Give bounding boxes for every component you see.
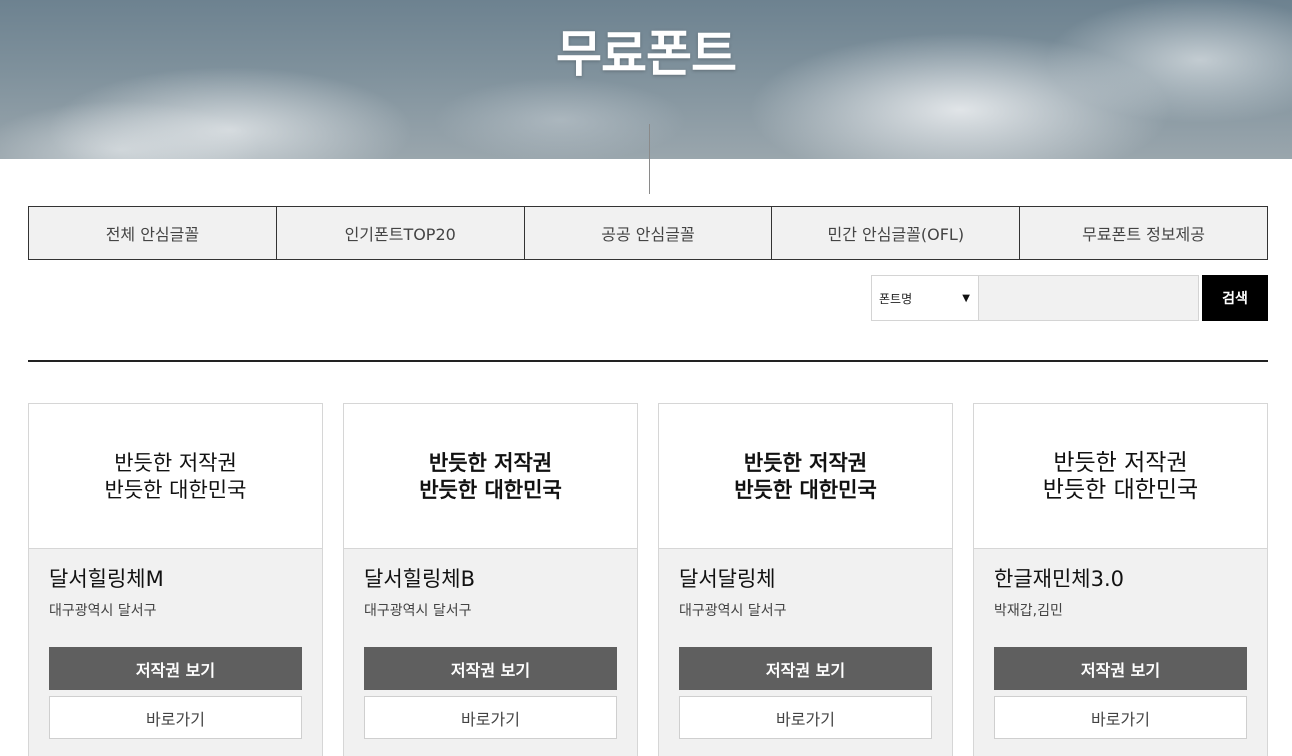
font-name: 한글재민체3.0 [994,567,1124,591]
font-info: 달서힐링체B 대구광역시 달서구 저작권 보기 바로가기 [344,549,637,739]
tab-free-font-info[interactable]: 무료폰트 정보제공 [1020,207,1267,259]
preview-line: 반듯한 대한민국 [104,478,247,502]
tab-public-safe-fonts[interactable]: 공공 안심글꼴 [525,207,773,259]
preview-line: 반듯한 저작권 [1053,450,1188,476]
font-maker: 박재갑,김민 [994,603,1063,619]
font-card: 반듯한 저작권 반듯한 대한민국 달서달링체 대구광역시 달서구 저작권 보기 … [658,403,953,756]
font-preview: 반듯한 저작권 반듯한 대한민국 [659,404,952,549]
view-license-button[interactable]: 저작권 보기 [364,647,617,690]
font-maker: 대구광역시 달서구 [364,603,472,619]
go-to-button[interactable]: 바로가기 [49,696,302,739]
search-field-select[interactable]: 폰트명 ▼ [871,275,979,321]
font-preview: 반듯한 저작권 반듯한 대한민국 [344,404,637,549]
preview-line: 반듯한 대한민국 [734,478,877,502]
search-field-select-value: 폰트명 [879,291,913,306]
preview-line: 반듯한 저작권 [114,451,237,475]
dropdown-arrow-icon: ▼ [962,292,970,304]
preview-line: 반듯한 대한민국 [419,478,562,502]
search-button[interactable]: 검색 [1202,275,1268,321]
section-divider [28,360,1268,362]
font-card: 반듯한 저작권 반듯한 대한민국 한글재민체3.0 박재갑,김민 저작권 보기 … [973,403,1268,756]
font-name: 달서달링체 [679,567,776,591]
hero-divider-line [649,124,650,194]
go-to-button[interactable]: 바로가기 [679,696,932,739]
view-license-button[interactable]: 저작권 보기 [49,647,302,690]
font-info: 달서힐링체M 대구광역시 달서구 저작권 보기 바로가기 [29,549,322,739]
font-name: 달서힐링체M [49,567,164,591]
view-license-button[interactable]: 저작권 보기 [994,647,1247,690]
page-title: 무료폰트 [556,25,737,83]
font-preview: 반듯한 저작권 반듯한 대한민국 [974,404,1267,549]
font-maker: 대구광역시 달서구 [49,603,157,619]
hero-banner: 무료폰트 [0,0,1292,159]
font-info: 달서달링체 대구광역시 달서구 저작권 보기 바로가기 [659,549,952,739]
category-tabs: 전체 안심글꼴 인기폰트TOP20 공공 안심글꼴 민간 안심글꼴(OFL) 무… [28,206,1268,260]
tab-all-safe-fonts[interactable]: 전체 안심글꼴 [29,207,277,259]
font-card: 반듯한 저작권 반듯한 대한민국 달서힐링체M 대구광역시 달서구 저작권 보기… [28,403,323,756]
preview-line: 반듯한 대한민국 [1042,477,1199,503]
font-preview: 반듯한 저작권 반듯한 대한민국 [29,404,322,549]
search-bar: 폰트명 ▼ 검색 [871,275,1268,321]
go-to-button[interactable]: 바로가기 [364,696,617,739]
preview-line: 반듯한 저작권 [743,451,868,475]
font-card: 반듯한 저작권 반듯한 대한민국 달서힐링체B 대구광역시 달서구 저작권 보기… [343,403,638,756]
search-input[interactable] [979,275,1199,321]
font-name: 달서힐링체B [364,567,476,591]
go-to-button[interactable]: 바로가기 [994,696,1247,739]
preview-line: 반듯한 저작권 [428,451,553,475]
tab-popular-top20[interactable]: 인기폰트TOP20 [277,207,525,259]
tab-private-safe-fonts-ofl[interactable]: 민간 안심글꼴(OFL) [772,207,1021,259]
font-info: 한글재민체3.0 박재갑,김민 저작권 보기 바로가기 [974,549,1267,739]
view-license-button[interactable]: 저작권 보기 [679,647,932,690]
font-maker: 대구광역시 달서구 [679,603,787,619]
